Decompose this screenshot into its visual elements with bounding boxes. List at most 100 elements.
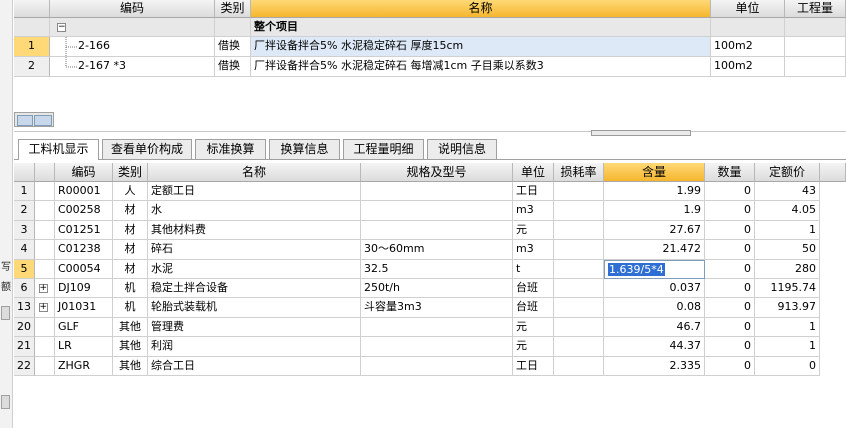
left-scroll-button-down[interactable]	[1, 395, 10, 409]
tab-unit-price[interactable]: 查看单价构成	[102, 139, 192, 159]
content-edit-text[interactable]: 1.639/5*4	[608, 263, 665, 276]
row-content[interactable]: 44.37	[604, 337, 705, 357]
row-name[interactable]: 水	[148, 201, 361, 221]
row-unit[interactable]: t	[513, 260, 554, 279]
row-amount[interactable]: 0	[705, 240, 755, 260]
row-type[interactable]: 材	[113, 221, 148, 240]
row-expand[interactable]	[35, 201, 55, 221]
row-num[interactable]: 6	[14, 279, 35, 298]
row-num[interactable]: 20	[14, 318, 35, 337]
row-code[interactable]: C01238	[55, 240, 113, 260]
top-header-type[interactable]: 类别	[215, 0, 251, 18]
row-loss[interactable]	[554, 260, 604, 279]
row-unit[interactable]: 元	[513, 337, 554, 357]
bottom-header-amount[interactable]: 数量	[705, 163, 755, 182]
row-loss[interactable]	[554, 201, 604, 221]
tab-material-display[interactable]: 工料机显示	[18, 139, 99, 160]
row-type[interactable]: 其他	[113, 357, 148, 376]
row-type[interactable]: 机	[113, 298, 148, 318]
row-num[interactable]: 13	[14, 298, 35, 318]
row-spec[interactable]: 250t/h	[361, 279, 513, 298]
bottom-header-price[interactable]: 定额价	[755, 163, 820, 182]
row-loss[interactable]	[554, 182, 604, 201]
row-unit[interactable]: m3	[513, 201, 554, 221]
row-unit[interactable]: 台班	[513, 298, 554, 318]
row-name[interactable]: 其他材料费	[148, 221, 361, 240]
row-loss[interactable]	[554, 279, 604, 298]
row-name[interactable]: 碎石	[148, 240, 361, 260]
row-content[interactable]: 0.037	[604, 279, 705, 298]
row-price[interactable]: 1	[755, 337, 820, 357]
row-spec[interactable]	[361, 337, 513, 357]
scroll-thumb[interactable]	[34, 115, 52, 126]
row-code[interactable]: C00258	[55, 201, 113, 221]
row-amount[interactable]: 0	[705, 337, 755, 357]
expand-plus-icon[interactable]: +	[38, 302, 48, 312]
row-num[interactable]: 4	[14, 240, 35, 260]
bottom-header-spec[interactable]: 规格及型号	[361, 163, 513, 182]
row-amount[interactable]: 0	[705, 318, 755, 337]
top-row-quantity[interactable]	[785, 37, 846, 57]
row-name[interactable]: 水泥	[148, 260, 361, 279]
splitter-handle[interactable]	[591, 130, 691, 136]
row-price[interactable]: 50	[755, 240, 820, 260]
row-name[interactable]: 综合工日	[148, 357, 361, 376]
row-price[interactable]: 280	[755, 260, 820, 279]
row-name[interactable]: 轮胎式装载机	[148, 298, 361, 318]
top-row-type[interactable]: 借换	[215, 57, 251, 77]
row-type[interactable]: 其他	[113, 318, 148, 337]
bottom-header-type[interactable]: 类别	[113, 163, 148, 182]
row-spec[interactable]: 32.5	[361, 260, 513, 279]
left-scrollbar-track[interactable]	[0, 0, 13, 428]
row-content[interactable]: 2.335	[604, 357, 705, 376]
row-amount[interactable]: 0	[705, 279, 755, 298]
row-unit[interactable]: 台班	[513, 279, 554, 298]
row-num[interactable]: 22	[14, 357, 35, 376]
row-num[interactable]: 21	[14, 337, 35, 357]
row-type[interactable]: 材	[113, 260, 148, 279]
row-loss[interactable]	[554, 357, 604, 376]
row-content[interactable]: 21.472	[604, 240, 705, 260]
bottom-header-loss[interactable]: 损耗率	[554, 163, 604, 182]
tab-conversion-info[interactable]: 换算信息	[269, 139, 340, 159]
row-price[interactable]: 1195.74	[755, 279, 820, 298]
row-content[interactable]: 27.67	[604, 221, 705, 240]
row-expand[interactable]: +	[35, 298, 55, 318]
row-spec[interactable]: 30～60mm	[361, 240, 513, 260]
row-expand[interactable]	[35, 337, 55, 357]
top-row-name[interactable]: 厂拌设备拌合5% 水泥稳定碎石 厚度15cm	[251, 37, 711, 57]
top-header-code[interactable]: 编码	[50, 0, 215, 18]
row-content[interactable]: 1.9	[604, 201, 705, 221]
row-spec[interactable]: 斗容量3m3	[361, 298, 513, 318]
row-unit[interactable]: 元	[513, 221, 554, 240]
bottom-header-unit[interactable]: 单位	[513, 163, 554, 182]
row-spec[interactable]	[361, 201, 513, 221]
top-row-unit[interactable]: 100m2	[711, 37, 785, 57]
row-unit[interactable]: 元	[513, 318, 554, 337]
top-row-quantity[interactable]	[785, 57, 846, 77]
row-amount[interactable]: 0	[705, 357, 755, 376]
row-content[interactable]: 46.7	[604, 318, 705, 337]
row-expand[interactable]: +	[35, 279, 55, 298]
row-amount[interactable]: 0	[705, 260, 755, 279]
row-price[interactable]: 913.97	[755, 298, 820, 318]
row-amount[interactable]: 0	[705, 182, 755, 201]
row-expand[interactable]	[35, 260, 55, 279]
bottom-header-code[interactable]: 编码	[55, 163, 113, 182]
row-price[interactable]: 43	[755, 182, 820, 201]
row-name[interactable]: 稳定土拌合设备	[148, 279, 361, 298]
group-row-name[interactable]: 整个项目	[251, 18, 711, 37]
row-amount[interactable]: 0	[705, 201, 755, 221]
row-expand[interactable]	[35, 357, 55, 376]
collapse-toggle[interactable]: −	[57, 22, 66, 32]
row-spec[interactable]	[361, 357, 513, 376]
scroll-left-arrow-icon[interactable]	[17, 115, 33, 126]
row-code[interactable]: ZHGR	[55, 357, 113, 376]
row-num[interactable]: 5	[14, 260, 35, 279]
row-num[interactable]: 3	[14, 221, 35, 240]
row-price[interactable]: 1	[755, 221, 820, 240]
row-code[interactable]: J01031	[55, 298, 113, 318]
bottom-header-name[interactable]: 名称	[148, 163, 361, 182]
row-code[interactable]: R00001	[55, 182, 113, 201]
row-type[interactable]: 其他	[113, 337, 148, 357]
